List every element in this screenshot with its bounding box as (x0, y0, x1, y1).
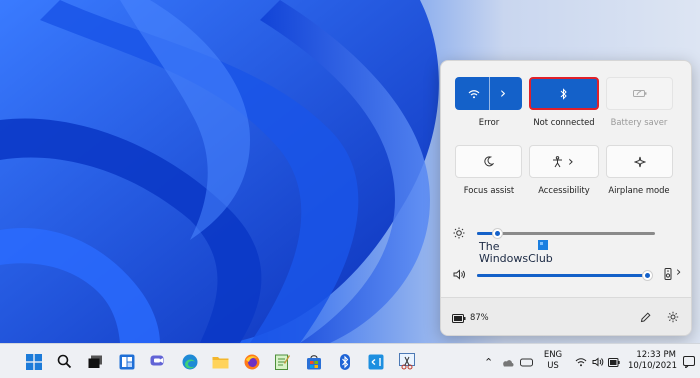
widgets-icon[interactable] (117, 352, 136, 371)
show-hidden-icons-chevron-icon[interactable]: ⌃ (484, 356, 493, 369)
task-view-icon[interactable] (86, 352, 105, 371)
brightness-slider[interactable] (477, 228, 655, 239)
wifi-label: Error (478, 117, 500, 127)
clock[interactable]: 12:33 PM 10/10/2021 (628, 350, 677, 372)
search-icon[interactable] (55, 352, 74, 371)
battery-saver-icon (632, 90, 646, 97)
volume-slider[interactable] (477, 270, 653, 281)
bluetooth-icon (560, 87, 567, 100)
airplane-icon (633, 156, 646, 167)
accessibility-tile[interactable]: › (529, 145, 599, 178)
volume-slider-thumb[interactable] (642, 270, 653, 281)
quick-settings-footer: 87% (441, 297, 691, 335)
clock-date: 10/10/2021 (628, 361, 677, 371)
brightness-slider-thumb[interactable] (492, 228, 503, 239)
snipping-icon[interactable] (397, 352, 416, 371)
tray-device-icon[interactable] (520, 358, 533, 367)
wifi-icon (468, 90, 480, 99)
accessibility-expand-arrow[interactable]: › (568, 154, 574, 170)
wifi-tile[interactable]: › (455, 77, 522, 110)
notifications-icon[interactable] (683, 356, 695, 368)
region-code: US (547, 361, 559, 371)
edge-icon[interactable] (180, 352, 199, 371)
focus-assist-tile[interactable] (455, 145, 522, 178)
brightness-icon (453, 227, 465, 239)
battery-icon (452, 314, 466, 323)
focus-assist-label: Focus assist (463, 185, 515, 195)
battery-tray-icon[interactable] (608, 358, 620, 367)
chat-icon[interactable] (148, 352, 167, 371)
airplane-mode-tile[interactable] (606, 145, 673, 178)
vscode-icon[interactable] (366, 352, 385, 371)
edit-pencil-icon[interactable] (640, 312, 651, 323)
watermark-logo-icon (538, 240, 548, 250)
language-indicator[interactable]: ENG US (543, 350, 563, 372)
watermark-line2: WindowsClub (479, 252, 553, 265)
bluetooth-label: Not connected (533, 117, 595, 127)
settings-gear-icon[interactable] (667, 311, 679, 323)
battery-saver-tile (606, 77, 673, 110)
bluetooth-icon[interactable] (335, 352, 354, 371)
accessibility-icon (553, 156, 562, 168)
volume-icon[interactable] (453, 269, 466, 280)
bluetooth-tile[interactable] (529, 77, 599, 110)
taskbar: ⌃ ENG US 12:33 PM 10/10/2021 (0, 343, 700, 378)
store-icon[interactable] (304, 352, 323, 371)
wifi-tray-icon[interactable] (575, 357, 587, 367)
onedrive-cloud-icon[interactable] (501, 358, 514, 367)
firefox-icon[interactable] (242, 352, 261, 371)
volume-tray-icon[interactable] (592, 357, 604, 367)
audio-output-device-icon[interactable] (664, 268, 673, 280)
audio-output-arrow[interactable]: › (676, 265, 681, 280)
clock-time: 12:33 PM (636, 350, 676, 360)
moon-icon (484, 156, 494, 167)
wifi-tile-divider (489, 77, 490, 110)
volume-slider-fill (477, 274, 647, 277)
accessibility-label: Accessibility (538, 185, 590, 195)
wifi-expand-arrow[interactable]: › (500, 84, 506, 102)
quick-settings-panel: › Error Not connected Battery saver Focu… (440, 60, 692, 336)
language-code: ENG (543, 350, 563, 360)
windows-start-icon[interactable] (24, 352, 43, 371)
file-explorer-icon[interactable] (211, 352, 230, 371)
notepad-icon[interactable] (273, 352, 292, 371)
battery-percentage: 87% (470, 312, 489, 322)
battery-saver-label: Battery saver (610, 117, 668, 127)
airplane-mode-label: Airplane mode (608, 185, 670, 195)
